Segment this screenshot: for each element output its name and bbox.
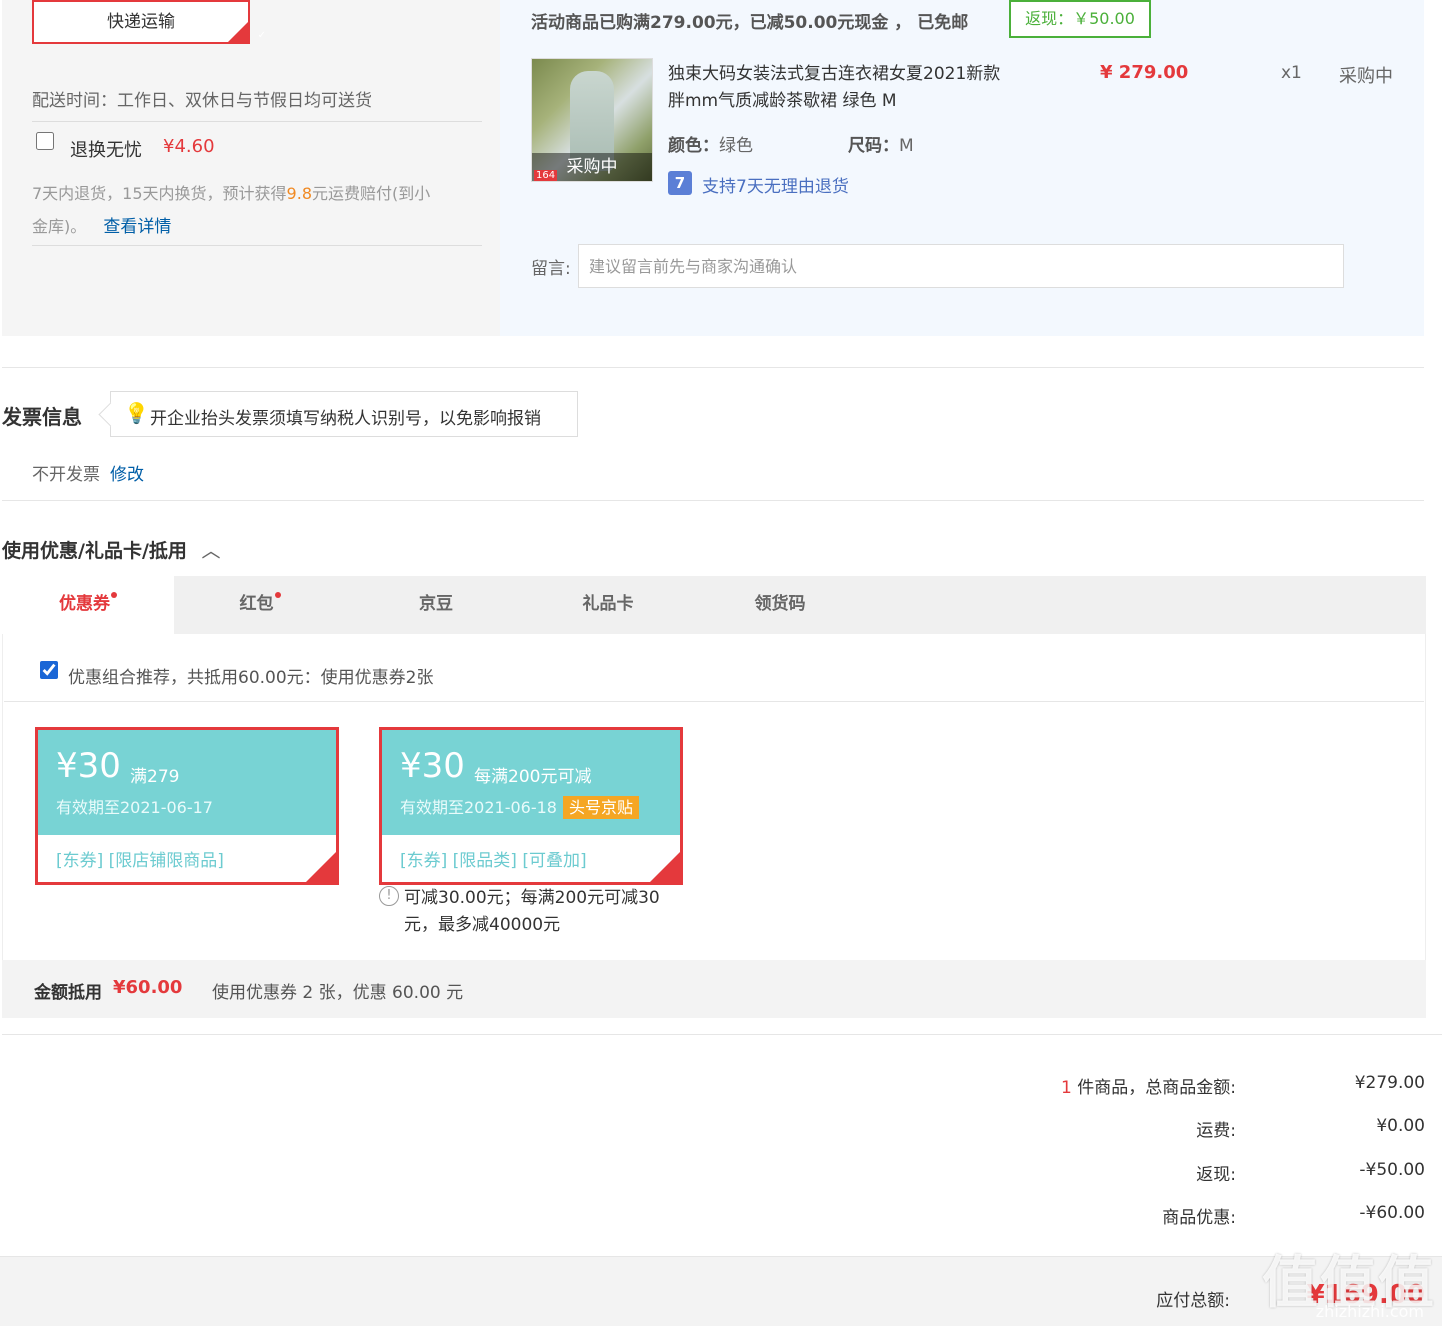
coupon-expiry: 有效期至2021-06-17 [56, 798, 213, 817]
divider [2, 1034, 1442, 1035]
cashback-row: 返现: -¥50.00 [1196, 1160, 1425, 1185]
view-details-link[interactable]: 查看详情 [103, 217, 171, 237]
return-service-desc: 7天内退货，15天内换货，预计获得9.8元运费赔付(到小 金库)。 查看详情 [32, 184, 431, 237]
product-thumbnail[interactable]: 采购中 164 [531, 58, 653, 182]
product-color: 颜色：绿色 [668, 136, 753, 156]
combo-text: 优惠组合推荐，共抵用60.00元：使用优惠券2张 [68, 668, 434, 688]
selected-check-icon: ✓ [650, 852, 708, 882]
tab-coupons[interactable]: 优惠券 [2, 576, 174, 634]
discount-amount: -¥60.00 [1359, 1203, 1425, 1223]
divider [4, 701, 1424, 702]
coupon-face: ¥30 每满200元可减 有效期至2021-06-18 头号京贴 [382, 730, 680, 835]
product-name[interactable]: 独束大码女装法式复古连衣裙女夏2021新款 胖mm气质减龄茶歇裙 绿色 M [668, 61, 1000, 115]
new-dot-icon [274, 592, 281, 598]
product-status: 采购中 [1339, 66, 1393, 87]
coupon-card[interactable]: ¥30 每满200元可减 有效期至2021-06-18 头号京贴 [东券] [限品… [379, 727, 708, 885]
shipping-row: 运费: ¥0.00 [1196, 1116, 1425, 1141]
product-qty: x1 [1281, 63, 1302, 83]
delivery-time: 配送时间：工作日、双休日与节假日均可送货 [32, 91, 372, 111]
divider [32, 245, 482, 246]
shipping-amount: ¥0.00 [1376, 1116, 1425, 1136]
coupon-labels: [东券] [限品类] [可叠加] [400, 851, 587, 871]
tab-jingdou[interactable]: 京豆 [350, 576, 522, 634]
product-price: ¥ 279.00 [1100, 62, 1189, 83]
watermark-url: zhizhizhi.com [1315, 1302, 1424, 1321]
total-goods-row: 1 件商品，总商品金额: ¥279.00 [1061, 1073, 1425, 1098]
coupon-card[interactable]: ¥30 满279 有效期至2021-06-17 [东券] [限店铺限商品] ✓ [35, 727, 364, 885]
invoice-tip: 💡 开企业抬头发票须填写纳税人识别号，以免影响报销 [110, 391, 578, 437]
thumb-tag: 164 [534, 170, 558, 181]
return-service-checkbox[interactable] [36, 132, 54, 150]
coupon-labels: [东券] [限店铺限商品] [56, 851, 224, 871]
invoice-edit-link[interactable]: 修改 [110, 460, 144, 485]
coupon-amount: ¥30 [400, 746, 465, 786]
divider [2, 500, 1424, 501]
tab-gift-card[interactable]: 礼品卡 [522, 576, 694, 634]
lightbulb-icon: 💡 [124, 401, 149, 425]
cashback-badge: 返现：￥50.00 [1009, 0, 1151, 38]
discount-row: 商品优惠: -¥60.00 [1162, 1203, 1425, 1228]
coupon-flag: 头号京贴 [563, 796, 640, 819]
shipping-panel [2, 0, 500, 336]
invoice-tip-text: 开企业抬头发票须填写纳税人识别号，以免影响报销 [150, 409, 541, 429]
product-size: 尺码：M [848, 136, 914, 156]
note-label: 留言: [531, 259, 571, 279]
selected-check-icon: ✓ [306, 852, 364, 882]
return-service-label: 退换无忧 [70, 140, 142, 161]
coupon-expiry: 有效期至2021-06-18 头号京贴 [400, 794, 640, 819]
new-dot-icon [111, 592, 117, 598]
item-count: 1 [1061, 1078, 1072, 1098]
coupon-note: 可减30.00元；每满200元可减30 元，最多减40000元 [404, 888, 660, 935]
coupon-face: ¥30 满279 有效期至2021-06-17 [38, 730, 336, 835]
shipping-method-express[interactable]: 快递运输 ✓ [32, 0, 266, 44]
summary-label: 金额抵用 [34, 983, 102, 1003]
chevron-up-icon: ︿ [201, 540, 221, 562]
coupon-condition: 满279 [130, 767, 180, 787]
cashback-amount: -¥50.00 [1359, 1160, 1425, 1180]
coupon-condition: 每满200元可减 [474, 767, 592, 787]
goods-amount: ¥279.00 [1354, 1073, 1425, 1093]
combo-checkbox[interactable] [40, 661, 58, 679]
payable-label: 应付总额: [1156, 1291, 1230, 1311]
discount-tabs: 优惠券 红包 京豆 礼品卡 领货码 [2, 576, 1426, 634]
shipping-method-label: 快递运输 [107, 12, 175, 32]
invoice-status: 不开发票 [32, 465, 100, 485]
note-input[interactable] [578, 244, 1344, 288]
coupon-amount: ¥30 [56, 746, 121, 786]
return-7day-icon: 7 [668, 171, 692, 195]
divider [32, 121, 482, 122]
tab-pickup-code[interactable]: 领货码 [694, 576, 866, 634]
selected-check-icon: ✓ [228, 22, 266, 42]
invoice-title: 发票信息 [2, 405, 82, 429]
return-service-price: ¥4.60 [163, 136, 215, 157]
discount-title[interactable]: 使用优惠/礼品卡/抵用 ︿ [2, 536, 221, 563]
return-policy: 支持7天无理由退货 [702, 177, 849, 197]
divider [2, 367, 1424, 368]
info-icon: ! [379, 886, 399, 906]
summary-text: 使用优惠券 2 张，优惠 60.00 元 [212, 983, 464, 1003]
tab-red-packets[interactable]: 红包 [174, 576, 346, 634]
promo-title: 活动商品已购满279.00元，已减50.00元现金 ， 已免邮 [531, 13, 969, 33]
summary-amount: ¥60.00 [113, 977, 183, 998]
